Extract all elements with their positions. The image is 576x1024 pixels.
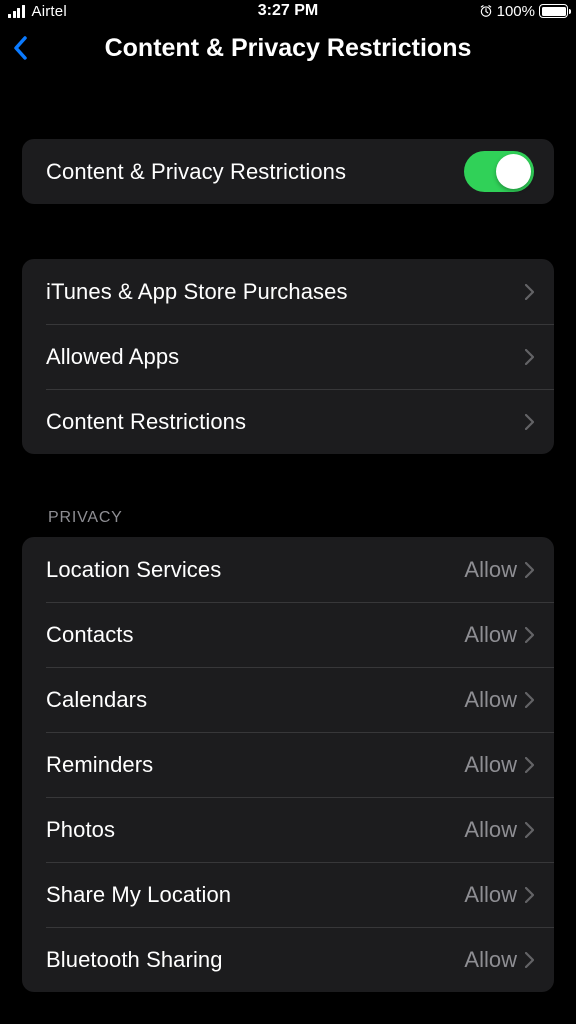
photos-row[interactable]: Photos Allow	[22, 797, 554, 862]
row-value: Allow	[464, 947, 517, 973]
alarm-icon	[479, 4, 493, 18]
chevron-right-icon	[525, 349, 534, 365]
chevron-right-icon	[525, 887, 534, 903]
page-title: Content & Privacy Restrictions	[0, 34, 576, 63]
row-label: Contacts	[46, 622, 134, 648]
chevron-right-icon	[525, 822, 534, 838]
toggle-label: Content & Privacy Restrictions	[46, 159, 346, 185]
row-value: Allow	[464, 882, 517, 908]
navigation-bar: Content & Privacy Restrictions	[0, 22, 576, 74]
back-button[interactable]	[8, 32, 32, 64]
privacy-section-header: PRIVACY	[48, 509, 554, 527]
content-area: Content & Privacy Restrictions iTunes & …	[0, 74, 576, 992]
content-privacy-toggle-row[interactable]: Content & Privacy Restrictions	[22, 139, 554, 204]
chevron-right-icon	[525, 952, 534, 968]
privacy-group: Location Services Allow Contacts Allow C…	[22, 537, 554, 992]
content-privacy-toggle[interactable]	[464, 151, 534, 192]
chevron-right-icon	[525, 562, 534, 578]
bluetooth-sharing-row[interactable]: Bluetooth Sharing Allow	[22, 927, 554, 992]
chevron-right-icon	[525, 627, 534, 643]
row-value: Allow	[464, 687, 517, 713]
reminders-row[interactable]: Reminders Allow	[22, 732, 554, 797]
location-services-row[interactable]: Location Services Allow	[22, 537, 554, 602]
itunes-app-store-row[interactable]: iTunes & App Store Purchases	[22, 259, 554, 324]
share-my-location-row[interactable]: Share My Location Allow	[22, 862, 554, 927]
row-label: Location Services	[46, 557, 221, 583]
settings-group: iTunes & App Store Purchases Allowed App…	[22, 259, 554, 454]
chevron-right-icon	[525, 414, 534, 430]
row-label: Calendars	[46, 687, 147, 713]
allowed-apps-row[interactable]: Allowed Apps	[22, 324, 554, 389]
row-label: Photos	[46, 817, 115, 843]
calendars-row[interactable]: Calendars Allow	[22, 667, 554, 732]
carrier-label: Airtel	[32, 3, 67, 20]
row-value: Allow	[464, 752, 517, 778]
status-left: Airtel	[8, 3, 67, 20]
chevron-right-icon	[525, 284, 534, 300]
main-toggle-group: Content & Privacy Restrictions	[22, 139, 554, 204]
status-bar: Airtel 3:27 PM 100%	[0, 0, 576, 22]
battery-icon	[539, 4, 568, 18]
row-value: Allow	[464, 817, 517, 843]
row-label: Reminders	[46, 752, 153, 778]
content-restrictions-row[interactable]: Content Restrictions	[22, 389, 554, 454]
row-value: Allow	[464, 557, 517, 583]
chevron-right-icon	[525, 757, 534, 773]
row-label: iTunes & App Store Purchases	[46, 279, 348, 305]
battery-percentage: 100%	[497, 3, 535, 20]
row-value: Allow	[464, 622, 517, 648]
chevron-right-icon	[525, 692, 534, 708]
signal-bars-icon	[8, 5, 25, 18]
row-label: Share My Location	[46, 882, 231, 908]
contacts-row[interactable]: Contacts Allow	[22, 602, 554, 667]
row-label: Content Restrictions	[46, 409, 246, 435]
status-right: 100%	[479, 3, 568, 20]
row-label: Bluetooth Sharing	[46, 947, 223, 973]
row-label: Allowed Apps	[46, 344, 179, 370]
